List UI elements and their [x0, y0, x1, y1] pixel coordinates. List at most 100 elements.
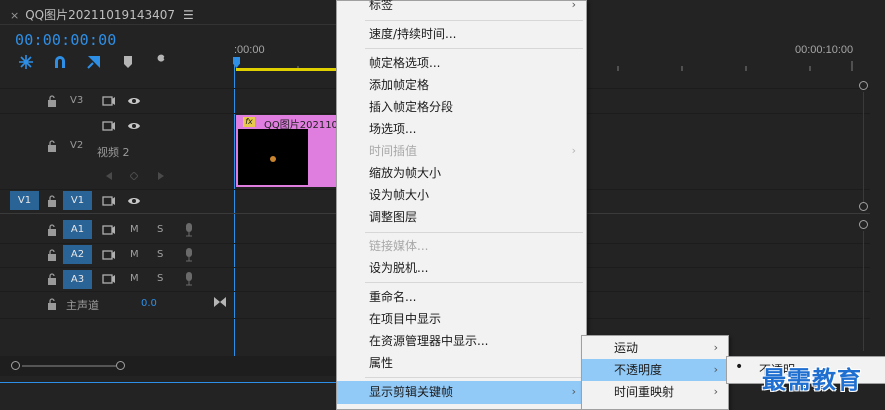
menu-item-make-offline[interactable]: 设为脱机... [337, 257, 586, 279]
scroll-handle[interactable] [859, 202, 868, 211]
track-target-a1[interactable]: A1 [63, 220, 92, 239]
menu-item-reveal-in-explorer[interactable]: 在资源管理器中显示... [337, 330, 586, 352]
mute-button[interactable]: M [130, 249, 139, 260]
menu-item-label[interactable]: 标签 › [337, 0, 586, 16]
lock-icon[interactable] [46, 94, 58, 108]
menu-item-text: 显示剪辑关键帧 [369, 385, 454, 399]
submenu-arrow-icon: › [571, 144, 576, 157]
add-keyframe-icon[interactable] [129, 170, 139, 182]
menu-separator [365, 282, 583, 283]
snap-icon[interactable] [17, 53, 35, 71]
track-name-v2[interactable]: 视频 2 [97, 144, 130, 160]
go-to-bounds-icon[interactable] [213, 296, 227, 308]
sync-lock-icon[interactable] [101, 272, 117, 286]
lock-icon[interactable] [46, 223, 58, 237]
track-label-v3: V3 [70, 95, 84, 106]
zoom-handle-left[interactable] [11, 361, 20, 370]
menu-item-text: 属性 [369, 356, 394, 370]
lock-icon[interactable] [46, 272, 58, 286]
submenu-arrow-icon: › [713, 385, 718, 398]
microphone-icon[interactable] [183, 222, 195, 238]
sync-lock-icon[interactable] [101, 248, 117, 262]
menu-item-time-interpolation: 时间插值 › [337, 140, 586, 162]
menu-item-text: 时间插值 [369, 144, 418, 158]
video-clip[interactable]: fx QQ图片2021101 [236, 115, 344, 187]
microphone-icon[interactable] [183, 271, 195, 287]
vertical-scrollbar-video[interactable] [863, 92, 864, 202]
mute-button[interactable]: M [130, 224, 139, 235]
scroll-handle[interactable] [859, 220, 868, 229]
lock-icon[interactable] [46, 139, 58, 153]
vertical-scrollbar-audio[interactable] [863, 231, 864, 351]
solo-button[interactable]: S [157, 249, 163, 260]
sync-lock-icon[interactable] [101, 119, 117, 133]
submenu-item-opacity[interactable]: 不透明度 › [582, 359, 728, 381]
menu-item-set-to-frame[interactable]: 设为帧大小 [337, 184, 586, 206]
add-marker-icon[interactable] [85, 53, 103, 71]
menu-item-speed-duration[interactable]: 速度/持续时间... [337, 23, 586, 45]
sequence-tab[interactable]: × QQ图片20211019143407 ☰ [10, 6, 194, 23]
prev-keyframe-icon[interactable] [104, 170, 114, 182]
menu-item-properties[interactable]: 属性 [337, 352, 586, 374]
menu-item-text: 重命名... [369, 290, 417, 304]
track-target-v1[interactable]: V1 [63, 191, 92, 210]
lock-icon[interactable] [46, 248, 58, 262]
keyframes-submenu: 运动 › 不透明度 › 时间重映射 › [581, 335, 729, 410]
watermark-logo: 最需教育 [762, 365, 862, 394]
master-volume-value[interactable]: 0.0 [141, 298, 157, 309]
eye-icon[interactable] [126, 194, 142, 208]
sync-lock-icon[interactable] [101, 194, 117, 208]
eye-icon[interactable] [126, 94, 142, 108]
sync-lock-icon[interactable] [101, 94, 117, 108]
menu-item-text: 帧定格选项... [369, 56, 441, 70]
menu-item-show-clip-keyframes[interactable]: 显示剪辑关键帧 › [337, 381, 586, 404]
menu-item-rename[interactable]: 重命名... [337, 286, 586, 308]
menu-item-frame-hold-options[interactable]: 帧定格选项... [337, 52, 586, 74]
zoom-handle-right[interactable] [116, 361, 125, 370]
menu-item-text: 标签 [369, 0, 394, 12]
menu-item-adjustment-layer[interactable]: 调整图层 [337, 206, 586, 228]
fx-badge: fx [243, 117, 255, 127]
microphone-icon[interactable] [183, 247, 195, 263]
submenu-arrow-icon: › [571, 385, 576, 398]
menu-separator [365, 377, 583, 378]
clip-thumbnail [238, 129, 308, 185]
submenu-item-time-remapping[interactable]: 时间重映射 › [582, 381, 728, 403]
menu-item-text: 调整图层 [369, 210, 418, 224]
track-target-a3[interactable]: A3 [63, 270, 92, 289]
menu-item-text: 链接媒体... [369, 239, 429, 253]
marker-icon[interactable] [119, 53, 137, 71]
zoom-scrollbar[interactable] [22, 365, 116, 367]
playhead-timecode[interactable]: 00:00:00:00 [15, 31, 117, 49]
menu-item-add-frame-hold[interactable]: 添加帧定格 [337, 74, 586, 96]
lock-icon[interactable] [46, 297, 58, 311]
solo-button[interactable]: S [157, 273, 163, 284]
menu-item-insert-frame-hold[interactable]: 插入帧定格分段 [337, 96, 586, 118]
menu-item-reveal-in-project[interactable]: 在项目中显示 [337, 308, 586, 330]
menu-item-text: 设为帧大小 [369, 188, 430, 202]
track-target-a2[interactable]: A2 [63, 245, 92, 264]
tab-divider [0, 24, 336, 25]
menu-item-text: 插入帧定格分段 [369, 100, 454, 114]
panel-menu-icon[interactable]: ☰ [183, 8, 194, 22]
menu-item-text: 在资源管理器中显示... [369, 334, 489, 348]
wrench-icon[interactable] [152, 53, 170, 71]
menu-item-field-options[interactable]: 场选项... [337, 118, 586, 140]
solo-button[interactable]: S [157, 224, 163, 235]
sync-lock-icon[interactable] [101, 223, 117, 237]
linked-selection-icon[interactable] [51, 53, 69, 71]
menu-separator [365, 232, 583, 233]
selected-bullet-icon: • [735, 359, 744, 375]
master-track-label: 主声道 [66, 299, 99, 312]
close-tab-icon[interactable]: × [10, 9, 19, 22]
work-area-bar[interactable] [236, 68, 336, 71]
mute-button[interactable]: M [130, 273, 139, 284]
lock-icon[interactable] [46, 194, 58, 208]
next-keyframe-icon[interactable] [156, 170, 166, 182]
submenu-arrow-icon: › [571, 0, 576, 11]
menu-item-scale-to-frame[interactable]: 缩放为帧大小 [337, 162, 586, 184]
submenu-item-motion[interactable]: 运动 › [582, 337, 728, 359]
scroll-handle[interactable] [859, 81, 868, 90]
eye-icon[interactable] [126, 119, 142, 133]
source-patch-v1[interactable]: V1 [10, 191, 39, 210]
